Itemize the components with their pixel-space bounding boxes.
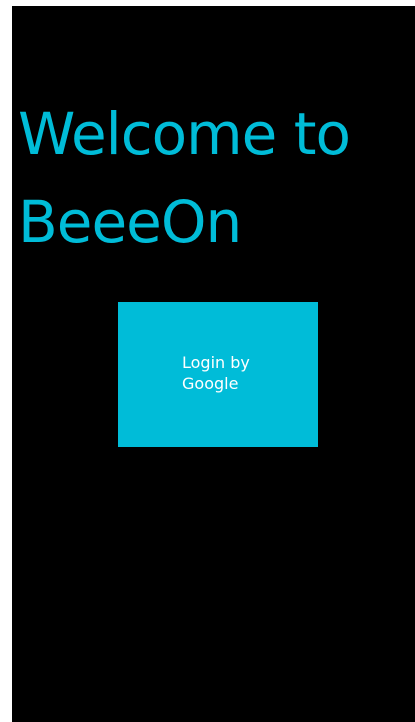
login-by-google-button[interactable]: Login by Google [118, 302, 318, 447]
welcome-line-2: BeeeOn [18, 188, 242, 256]
login-button-label: Login by Google [182, 353, 250, 393]
welcome-heading: Welcome to BeeeOn [18, 90, 413, 266]
welcome-line-1: Welcome to [18, 100, 351, 168]
app-screen: Welcome to BeeeOn Login by Google [12, 6, 415, 722]
window-frame: Welcome to BeeeOn Login by Google [0, 0, 415, 722]
